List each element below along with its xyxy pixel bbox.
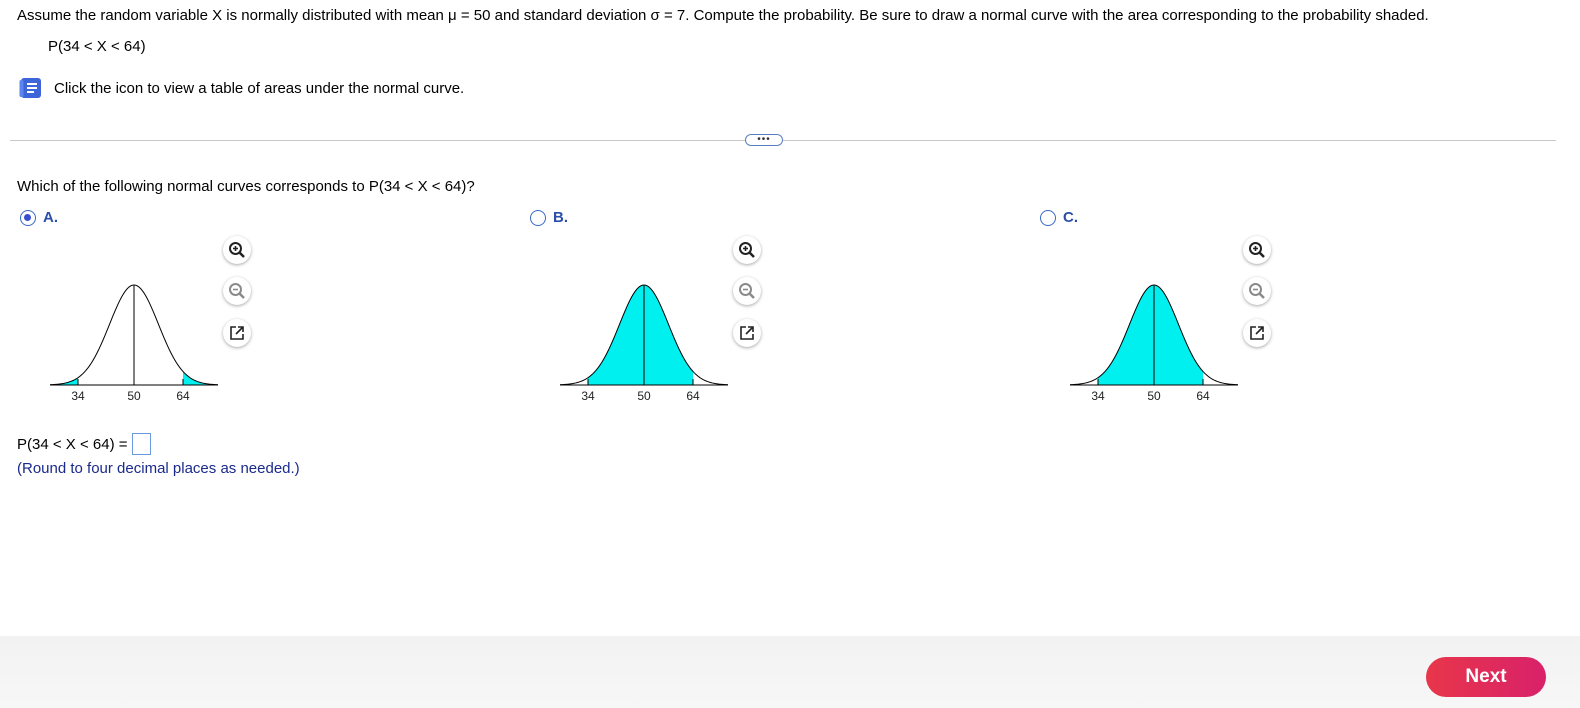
next-button[interactable]: Next (1426, 657, 1546, 697)
answer-input[interactable] (131, 433, 151, 455)
option-b-curve: 34 50 64 (559, 284, 729, 403)
option-c-radio[interactable] (1040, 209, 1056, 226)
zoom-out-icon[interactable] (1243, 277, 1271, 305)
option-a-curve: 34 50 64 (49, 284, 219, 403)
expand-icon[interactable] (1243, 319, 1271, 347)
option-a-radio[interactable] (20, 209, 36, 226)
option-b-tick-50: 50 (637, 389, 651, 403)
shaded-region (1098, 285, 1203, 385)
zoom-in-icon[interactable] (1243, 236, 1271, 264)
footer-bar (0, 636, 1580, 708)
option-a-tick-64: 64 (176, 389, 190, 403)
option-b-radio[interactable] (530, 209, 546, 226)
option-a[interactable]: A. (20, 209, 58, 226)
book-icon[interactable] (18, 76, 44, 100)
zoom-out-icon[interactable] (733, 277, 761, 305)
option-a-tick-50: 50 (127, 389, 141, 403)
option-c-tick-64: 64 (1196, 389, 1210, 403)
option-c-curve: 34 50 64 (1069, 284, 1239, 403)
answer-label: P(34 < X < 64) = (17, 435, 128, 453)
answer-row: P(34 < X < 64) = (17, 433, 151, 455)
option-a-tick-34: 34 (71, 389, 85, 403)
problem-statement: Assume the random variable X is normally… (17, 7, 1429, 24)
table-link[interactable]: Click the icon to view a table of areas … (18, 76, 464, 100)
table-link-text[interactable]: Click the icon to view a table of areas … (54, 80, 464, 97)
shaded-region (588, 285, 693, 385)
option-b-label: B. (553, 209, 568, 226)
shaded-region (50, 377, 78, 385)
rounding-note: (Round to four decimal places as needed.… (17, 460, 300, 477)
option-b[interactable]: B. (530, 209, 568, 226)
more-button[interactable]: ••• (745, 134, 783, 146)
option-c-tick-50: 50 (1147, 389, 1161, 403)
zoom-out-icon[interactable] (223, 277, 251, 305)
zoom-in-icon[interactable] (733, 236, 761, 264)
zoom-in-icon[interactable] (223, 236, 251, 264)
option-b-tick-64: 64 (686, 389, 700, 403)
option-c-label: C. (1063, 209, 1078, 226)
option-b-shaded-area (588, 285, 693, 385)
section-divider (10, 140, 1556, 141)
option-c-tick-34: 34 (1091, 389, 1105, 403)
expand-icon[interactable] (733, 319, 761, 347)
expand-icon[interactable] (223, 319, 251, 347)
option-b-tick-34: 34 (581, 389, 595, 403)
question-text: Which of the following normal curves cor… (17, 178, 475, 195)
probability-expression: P(34 < X < 64) (48, 38, 146, 55)
option-c-shaded-area (1098, 285, 1203, 385)
option-c[interactable]: C. (1040, 209, 1078, 226)
option-a-label: A. (43, 209, 58, 226)
option-a-ticks (77, 285, 184, 385)
